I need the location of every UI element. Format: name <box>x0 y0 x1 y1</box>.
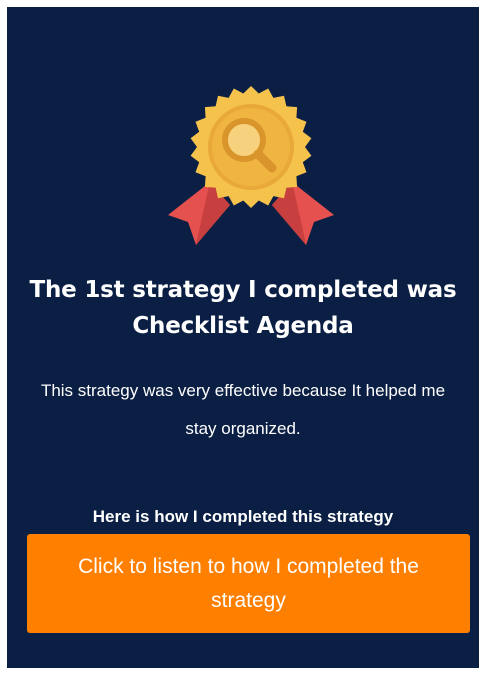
award-ribbon-badge-icon <box>168 86 334 245</box>
how-completed-label: Here is how I completed this strategy <box>92 507 394 526</box>
strategy-title: The 1st strategy I completed was Checkli… <box>29 277 457 339</box>
strategy-description: This strategy was very effective because… <box>40 381 446 438</box>
listen-button[interactable]: Click to listen to how I completed the s… <box>27 534 470 633</box>
award-badge-icon <box>158 77 344 247</box>
